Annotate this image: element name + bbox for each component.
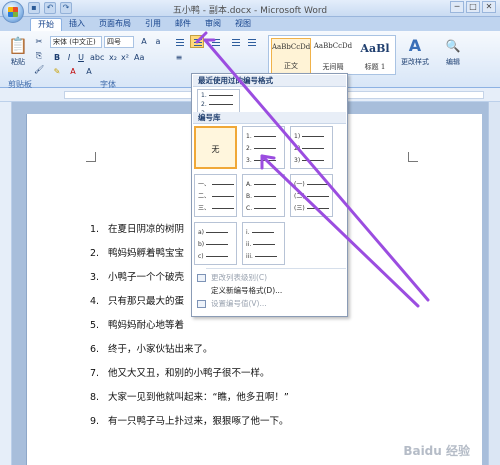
align-left-icon[interactable]: ≡ bbox=[174, 53, 184, 63]
numbering-none-tile[interactable]: 无 bbox=[194, 126, 237, 169]
font-size-select[interactable]: 四号 bbox=[104, 36, 134, 48]
list-item[interactable]: 2. 鸭妈妈孵着鸭宝宝 bbox=[90, 245, 184, 259]
bullets-button[interactable] bbox=[172, 35, 186, 48]
tab-references[interactable]: 引用 bbox=[138, 18, 168, 31]
multilevel-list-button[interactable] bbox=[208, 35, 222, 48]
change-case-icon[interactable]: Aa bbox=[134, 53, 144, 63]
subscript-icon[interactable]: x₂ bbox=[108, 53, 118, 63]
numbering-value-icon bbox=[197, 300, 206, 308]
font-name-select[interactable]: 宋体 (中文正) bbox=[50, 36, 102, 48]
font-color-icon[interactable]: A bbox=[68, 67, 78, 77]
menu-separator bbox=[206, 268, 346, 269]
copy-icon[interactable]: ⎘ bbox=[34, 51, 44, 61]
numbering-format-tile[interactable]: 1. 2. 3. bbox=[242, 126, 285, 169]
list-item[interactable]: 4. 只有那只最大的蛋 bbox=[90, 293, 184, 307]
list-item[interactable]: 7. 他又大又丑，和别的小鸭子很不一样。 bbox=[90, 365, 270, 379]
style-normal[interactable]: AaBbCcDd 正文 bbox=[271, 38, 311, 74]
numbering-format-tile[interactable]: a) b) c) bbox=[194, 222, 237, 265]
define-number-format-item[interactable]: 定义新编号格式(D)... bbox=[193, 285, 346, 297]
recent-formats-header: 最近使用过的编号格式 bbox=[193, 75, 346, 87]
tab-home[interactable]: 开始 bbox=[30, 18, 62, 31]
numbering-format-tile[interactable]: A. B. C. bbox=[242, 174, 285, 217]
numbering-button[interactable] bbox=[190, 35, 204, 48]
close-button[interactable]: ✕ bbox=[482, 1, 496, 13]
increase-indent-button[interactable] bbox=[244, 35, 258, 48]
char-shading-icon[interactable]: A bbox=[84, 67, 94, 77]
grow-font-icon[interactable]: A bbox=[138, 37, 150, 47]
ribbon-tabs: 开始 插入 页面布局 引用 邮件 审阅 视图 bbox=[0, 17, 500, 31]
numbering-format-tile[interactable]: (一) (二) (三) bbox=[290, 174, 333, 217]
vertical-scrollbar[interactable] bbox=[488, 102, 500, 465]
strikethrough-icon[interactable]: abc bbox=[90, 53, 104, 63]
italic-button[interactable]: I bbox=[64, 53, 74, 63]
vertical-ruler bbox=[0, 102, 12, 465]
numbering-format-tile[interactable]: 一、 二、 三、 bbox=[194, 174, 237, 217]
binoculars-icon: 🔍 bbox=[445, 39, 461, 53]
maximize-button[interactable]: □ bbox=[466, 1, 480, 13]
window-title: 五小鸭 - 副本.docx - Microsoft Word bbox=[172, 6, 328, 16]
superscript-icon[interactable]: x² bbox=[120, 53, 130, 63]
clipboard-icon: 📋 bbox=[8, 36, 28, 55]
minimize-button[interactable]: ─ bbox=[450, 1, 464, 13]
office-button[interactable] bbox=[2, 1, 24, 23]
paste-button[interactable]: 📋 粘贴 bbox=[4, 35, 32, 77]
numbering-format-tile[interactable]: 1) 2) 3) bbox=[290, 126, 333, 169]
list-item[interactable]: 9. 有一只鸭子马上扑过来，狠狠啄了他一下。 bbox=[90, 413, 289, 427]
tab-view[interactable]: 视图 bbox=[228, 18, 258, 31]
list-level-icon bbox=[197, 274, 206, 282]
change-styles-button[interactable]: A 更改样式 bbox=[398, 35, 432, 77]
shrink-font-icon[interactable]: a bbox=[152, 37, 164, 47]
tab-mailings[interactable]: 邮件 bbox=[168, 18, 198, 31]
list-item[interactable]: 3. 小鸭子一个个破壳 bbox=[90, 269, 184, 283]
numbering-format-tile[interactable]: i. ii. iii. bbox=[242, 222, 285, 265]
tab-insert[interactable]: 插入 bbox=[62, 18, 92, 31]
window-controls: ─ □ ✕ bbox=[450, 1, 496, 13]
underline-button[interactable]: U bbox=[76, 53, 86, 63]
style-heading-1[interactable]: AaBl 标题 1 bbox=[355, 38, 395, 74]
paste-label: 粘贴 bbox=[11, 58, 25, 66]
numbering-library-header: 编号库 bbox=[193, 112, 346, 124]
title-bar: ▪ ↶ ↷ 五小鸭 - 副本.docx - Microsoft Word ─ □… bbox=[0, 0, 500, 17]
tab-page-layout[interactable]: 页面布局 bbox=[92, 18, 138, 31]
list-item[interactable]: 6. 终于，小家伙钻出来了。 bbox=[90, 341, 213, 355]
editing-button[interactable]: 🔍 编辑 bbox=[436, 35, 470, 77]
set-numbering-value-item[interactable]: 设置编号值(V)... bbox=[193, 298, 346, 310]
style-no-spacing[interactable]: AaBbCcDd 无间隔 bbox=[313, 38, 353, 74]
office-logo-icon bbox=[8, 7, 18, 17]
format-painter-icon[interactable]: 🖌 bbox=[34, 65, 44, 75]
crop-mark bbox=[408, 152, 418, 162]
list-item[interactable]: 1. 在夏日阴凉的树阴 bbox=[90, 221, 184, 235]
change-list-level-item[interactable]: 更改列表级别(C) bbox=[193, 272, 346, 284]
tab-review[interactable]: 审阅 bbox=[198, 18, 228, 31]
decrease-indent-button[interactable] bbox=[228, 35, 242, 48]
highlight-icon[interactable]: ✎ bbox=[52, 67, 62, 77]
quick-styles-gallery: AaBbCcDd 正文 AaBbCcDd 无间隔 AaBl 标题 1 bbox=[268, 35, 396, 75]
cut-icon[interactable]: ✂ bbox=[34, 37, 44, 47]
list-item[interactable]: 8. 大家一见到他就叫起来：“瞧，他多丑啊！” bbox=[90, 389, 289, 403]
watermark: Baidu 经验 bbox=[403, 444, 470, 458]
bold-button[interactable]: B bbox=[52, 53, 62, 63]
numbering-dropdown: 最近使用过的编号格式 1. 2. 3. 编号库 无 1. 2. 3. 1) 2)… bbox=[191, 73, 348, 317]
list-item[interactable]: 5. 鸭妈妈耐心地等着 bbox=[90, 317, 184, 331]
change-styles-icon: A bbox=[408, 36, 422, 55]
crop-mark bbox=[86, 152, 96, 162]
